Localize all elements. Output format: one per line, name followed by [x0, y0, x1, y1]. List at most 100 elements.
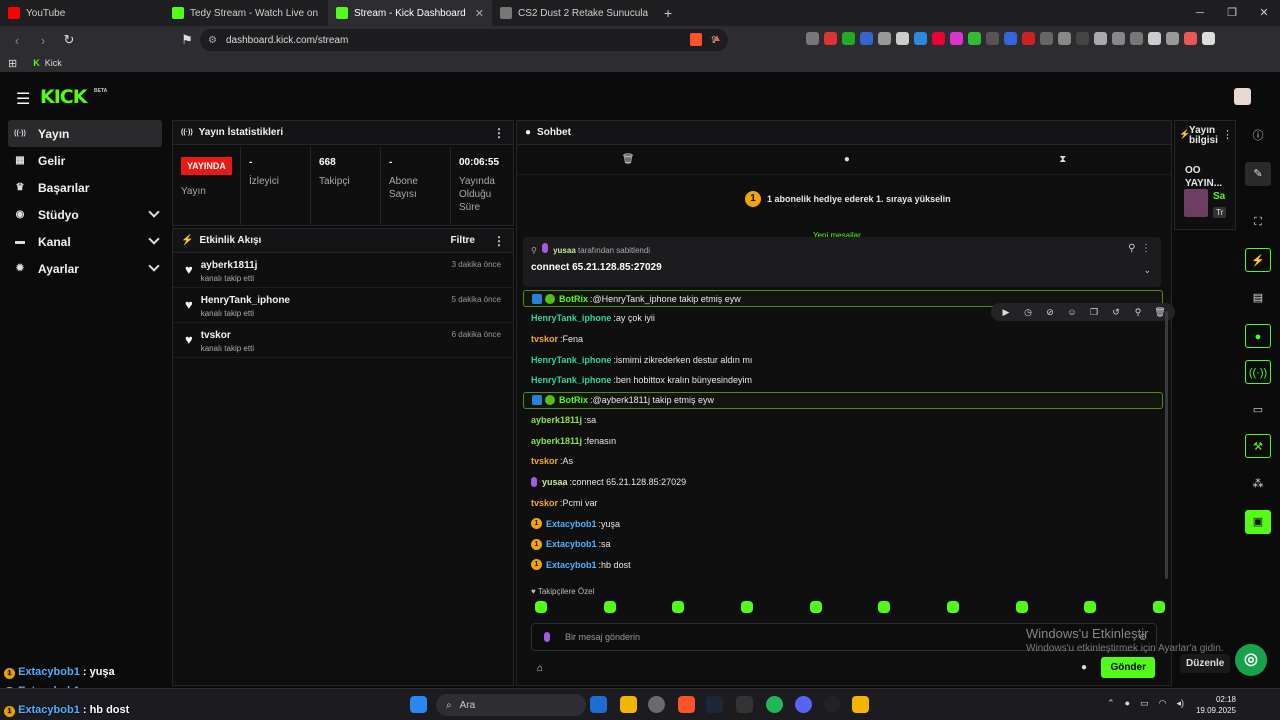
extension-icon[interactable]	[1112, 32, 1125, 45]
chat-message[interactable]: tvskor: Fena	[523, 329, 1163, 350]
browser-tab-tedy-stream[interactable]: Tedy Stream - Watch Live on Kick	[164, 0, 328, 26]
activity-user[interactable]: ayberk1811j	[201, 260, 258, 271]
fullscreen-icon[interactable]: ⛶	[1245, 210, 1271, 234]
chat-message[interactable]: 1 Extacybob1: sa	[523, 534, 1163, 555]
spotify-icon[interactable]	[766, 696, 783, 713]
extension-icon[interactable]	[1022, 32, 1035, 45]
trash-icon[interactable]: 🗑	[622, 154, 635, 165]
forward-icon[interactable]: ›	[34, 33, 52, 48]
sidebar-item-basarilar[interactable]: ♛ Başarılar	[0, 174, 170, 201]
broadcast-icon[interactable]: ((·))	[1245, 360, 1271, 384]
info-icon[interactable]: ⓘ	[1245, 124, 1271, 148]
extension-icon[interactable]	[986, 32, 999, 45]
emote-icon[interactable]	[740, 601, 753, 613]
undo-icon[interactable]: ↺	[1107, 307, 1125, 318]
chat-username[interactable]: BotRix	[559, 395, 588, 405]
layout-icon[interactable]: ▭	[1245, 398, 1271, 422]
volume-icon[interactable]: ◂)	[1176, 698, 1184, 709]
file-explorer-icon[interactable]	[620, 696, 637, 713]
copy-icon[interactable]: ❐	[1085, 307, 1103, 318]
browser-tab-dashboard[interactable]: Stream - Kick Dashboard ✕	[328, 0, 492, 26]
bookmark-kick[interactable]: K Kick	[33, 58, 62, 68]
chat-username[interactable]: yusaa	[542, 477, 568, 487]
extension-icon[interactable]	[860, 32, 873, 45]
chat-scrollbar[interactable]	[1165, 311, 1168, 579]
chat-username[interactable]: Extacybob1	[546, 560, 597, 570]
hourglass-icon[interactable]: ⧗	[1059, 154, 1066, 165]
unpin-icon[interactable]: ⚲ ⋮	[1128, 243, 1151, 254]
url-field[interactable]: ⚙ dashboard.kick.com/stream ⇪	[200, 29, 728, 51]
wrench-icon[interactable]: ⚒	[1245, 434, 1271, 458]
chat-message[interactable]: tvskor: As	[523, 451, 1163, 472]
sidebar-item-studyo[interactable]: ◉ Stüdyo	[0, 201, 170, 228]
extension-icon[interactable]	[1148, 32, 1161, 45]
apps-grid-icon[interactable]: ⊞	[8, 57, 17, 70]
more-options-icon[interactable]: ⋮	[493, 234, 505, 248]
more-options-icon[interactable]: ⋮	[1222, 128, 1233, 141]
sidebar-item-gelir[interactable]: ▦ Gelir	[0, 147, 170, 174]
edit-icon[interactable]: ✎	[1245, 162, 1271, 186]
send-button[interactable]: Gönder	[1101, 657, 1155, 678]
chat-message[interactable]: ayberk1811j: sa	[523, 410, 1163, 431]
back-icon[interactable]: ‹	[8, 33, 26, 48]
gift-subs-banner[interactable]: 1 1 abonelik hediye ederek 1. sıraya yüks…	[745, 191, 951, 207]
store-icon[interactable]: ⌂	[537, 663, 543, 674]
help-icon[interactable]: ◎	[1235, 644, 1267, 676]
hamburger-menu-icon[interactable]: ☰	[16, 89, 30, 109]
edit-layout-button[interactable]: Düzenle	[1180, 654, 1231, 673]
activity-user[interactable]: tvskor	[201, 330, 254, 341]
extension-icon[interactable]	[932, 32, 945, 45]
chat-username[interactable]: Extacybob1	[546, 519, 597, 529]
site-info-icon[interactable]: ⚙	[208, 35, 217, 46]
timeout-icon[interactable]: ◷	[1019, 307, 1037, 318]
extension-icon[interactable]	[950, 32, 963, 45]
app-icon[interactable]	[852, 696, 869, 713]
chat-username[interactable]: ayberk1811j	[531, 436, 582, 446]
taskbar-search[interactable]: ⌕ Ara	[436, 694, 586, 716]
lightning-icon[interactable]: ⚡	[1245, 248, 1271, 272]
hide-icon[interactable]: ⊘	[1041, 307, 1059, 318]
extension-icon[interactable]	[896, 32, 909, 45]
sidebar-item-ayarlar[interactable]: ✹ Ayarlar	[0, 255, 170, 282]
chat-message[interactable]: HenryTank_iphone: ismimi zikrederken des…	[523, 349, 1163, 370]
windows-start-icon[interactable]	[410, 696, 427, 713]
chat-username[interactable]: tvskor	[531, 498, 558, 508]
extension-icon[interactable]	[1040, 32, 1053, 45]
filter-button[interactable]: Filtre	[451, 235, 475, 246]
network-icon[interactable]: ◠	[1159, 698, 1167, 709]
emote-icon[interactable]	[535, 601, 547, 613]
epic-games-icon[interactable]	[736, 696, 753, 713]
extension-icon[interactable]	[914, 32, 927, 45]
microphone-icon[interactable]: ●	[1125, 698, 1130, 709]
chevron-up-icon[interactable]: ⌃	[1107, 698, 1115, 709]
chat-message[interactable]: yusaa: connect 65.21.128.85:27029	[523, 472, 1163, 493]
chat-message[interactable]: tvskor: Pcmi var	[523, 493, 1163, 514]
minimize-icon[interactable]: ─	[1184, 0, 1216, 26]
pinned-user[interactable]: yusaa	[553, 246, 576, 255]
sidebar-item-kanal[interactable]: ▬ Kanal	[0, 228, 170, 255]
extension-icon[interactable]	[1004, 32, 1017, 45]
stream-thumbnail[interactable]	[1184, 189, 1208, 217]
stream-category[interactable]: Sa	[1213, 191, 1225, 202]
brave-rewards-icon[interactable]: ▲	[712, 33, 722, 44]
emote-icon[interactable]	[672, 601, 685, 613]
discord-icon[interactable]	[795, 696, 812, 713]
document-icon[interactable]: ▤	[1245, 286, 1271, 310]
chat-username[interactable]: tvskor	[531, 456, 558, 466]
emote-icon[interactable]	[946, 601, 959, 613]
avatar[interactable]	[1234, 88, 1251, 105]
chat-message[interactable]: ayberk1811j: fenasın	[523, 430, 1163, 451]
chat-username[interactable]: Extacybob1	[546, 539, 597, 549]
brave-browser-icon[interactable]	[678, 696, 695, 713]
pin-icon[interactable]: ⚲	[1129, 307, 1147, 318]
chat-username[interactable]: tvskor	[531, 334, 558, 344]
reload-icon[interactable]: ↻	[60, 32, 78, 48]
obs-icon[interactable]	[824, 696, 841, 713]
extension-icon[interactable]	[1166, 32, 1179, 45]
brave-shield-icon[interactable]	[690, 33, 702, 46]
extension-icon[interactable]	[1094, 32, 1107, 45]
extension-icon[interactable]	[842, 32, 855, 45]
chat-bubble-icon[interactable]: ●	[1245, 324, 1271, 348]
keyboard-icon[interactable]: ▭	[1140, 698, 1149, 709]
stream-tag[interactable]: Tr	[1213, 207, 1227, 218]
